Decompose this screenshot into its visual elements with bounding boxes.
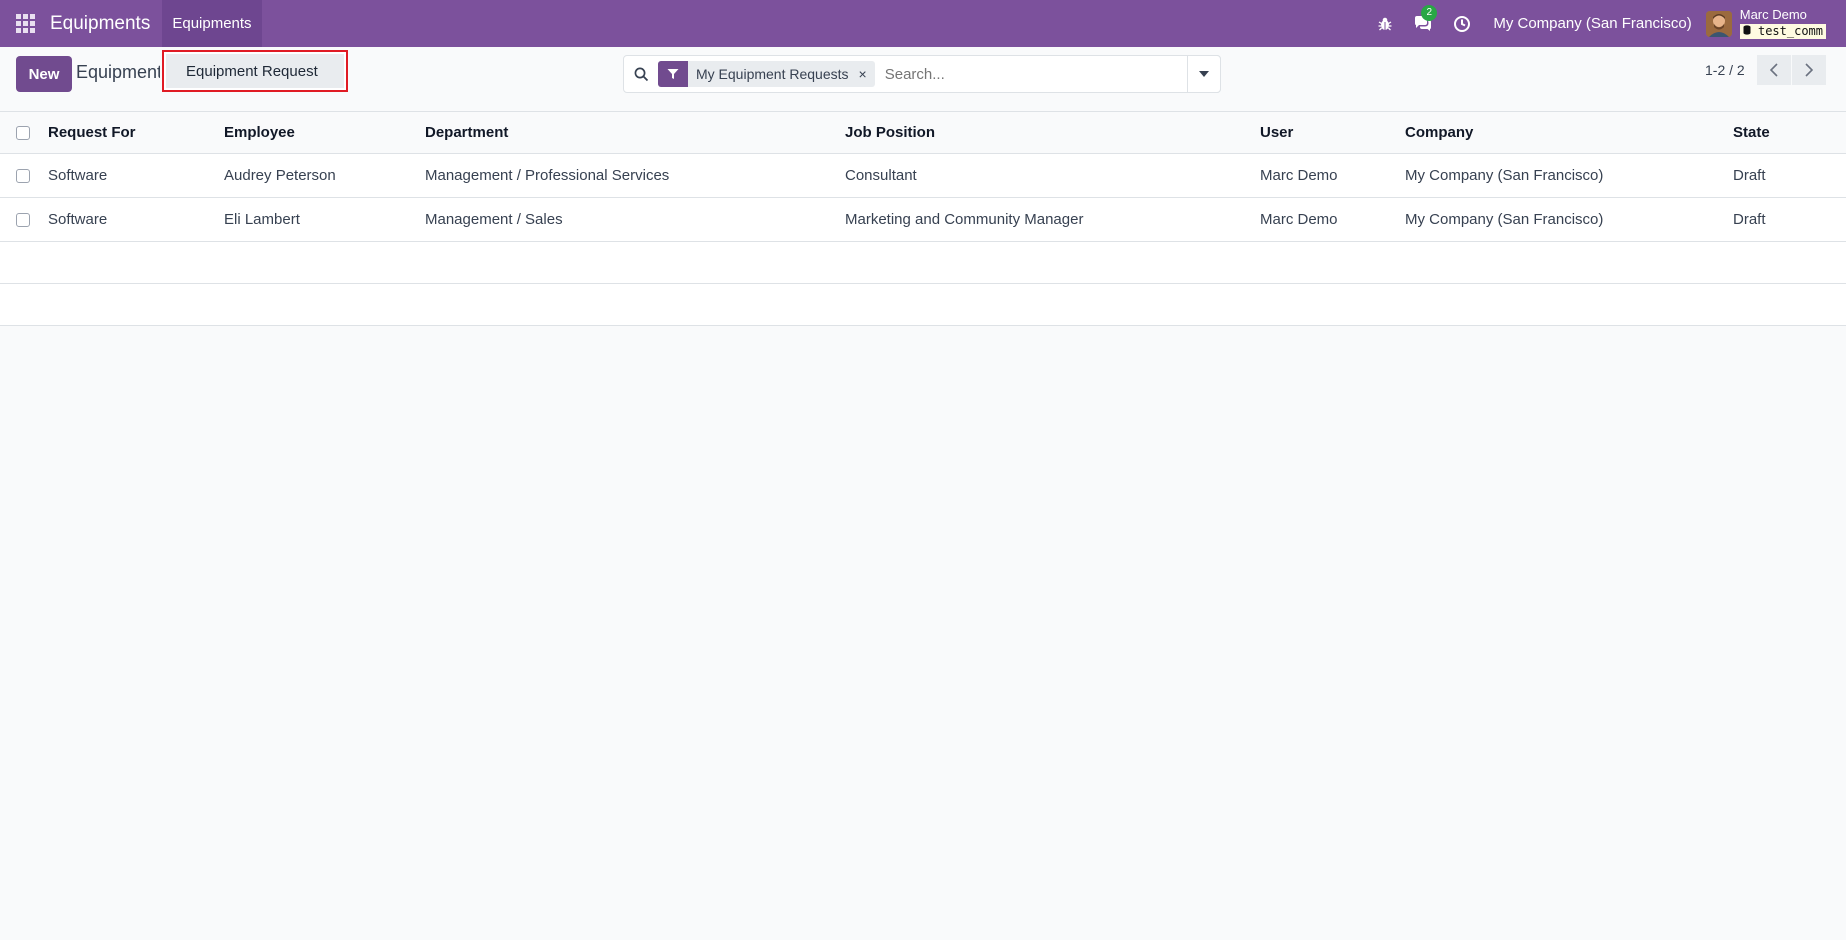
cell-state: Draft bbox=[1733, 211, 1766, 228]
menu-item-equipment-request[interactable]: Equipment Request bbox=[166, 54, 344, 88]
search-input[interactable] bbox=[884, 65, 1165, 83]
chevron-left-icon bbox=[1770, 63, 1778, 77]
messages-badge: 2 bbox=[1421, 4, 1438, 21]
breadcrumb: Equipments bbox=[76, 62, 160, 82]
pager-value[interactable]: 1-2 / 2 bbox=[1705, 62, 1745, 78]
user-menu[interactable]: Marc Demo test_comm bbox=[1739, 7, 1826, 39]
cell-department: Management / Professional Services bbox=[425, 167, 670, 184]
pager-previous-button[interactable] bbox=[1757, 55, 1791, 85]
search-icon[interactable] bbox=[624, 67, 658, 82]
database-icon bbox=[1743, 24, 1751, 35]
row-checkbox-cell[interactable] bbox=[16, 154, 30, 197]
chevron-right-icon bbox=[1805, 63, 1813, 77]
column-employee[interactable]: Employee bbox=[224, 112, 295, 153]
facet-remove-icon[interactable]: × bbox=[857, 66, 875, 82]
apps-grid-icon bbox=[15, 14, 35, 33]
column-user[interactable]: User bbox=[1260, 112, 1293, 153]
column-job-position[interactable]: Job Position bbox=[845, 112, 935, 153]
row-checkbox[interactable] bbox=[16, 168, 30, 183]
cell-job-position: Consultant bbox=[845, 167, 917, 184]
cell-employee: Audrey Peterson bbox=[224, 167, 336, 184]
cell-job-position: Marketing and Community Manager bbox=[845, 211, 1084, 228]
cell-company: My Company (San Francisco) bbox=[1405, 211, 1604, 228]
column-department[interactable]: Department bbox=[425, 112, 508, 153]
app-menu-button[interactable] bbox=[0, 0, 50, 47]
cell-employee: Eli Lambert bbox=[224, 211, 300, 228]
messages-chat-icon[interactable]: 2 bbox=[1413, 4, 1438, 33]
empty-row bbox=[0, 242, 1846, 284]
search-options-toggle[interactable] bbox=[1187, 55, 1221, 93]
pager-next-button[interactable] bbox=[1792, 55, 1826, 85]
activity-clock-icon[interactable] bbox=[1453, 15, 1471, 33]
column-request-for[interactable]: Request For bbox=[48, 112, 136, 153]
caret-down-icon bbox=[1199, 71, 1209, 77]
cell-company: My Company (San Francisco) bbox=[1405, 167, 1604, 184]
filter-funnel-icon bbox=[658, 61, 688, 87]
menu-equipments[interactable]: Equipments bbox=[162, 0, 262, 47]
column-company[interactable]: Company bbox=[1405, 112, 1473, 153]
row-checkbox-cell[interactable] bbox=[16, 198, 30, 241]
facet-label: My Equipment Requests bbox=[696, 66, 849, 82]
select-all-checkbox-cell[interactable] bbox=[16, 112, 30, 153]
table-row[interactable]: Software Eli Lambert Management / Sales … bbox=[0, 198, 1846, 242]
database-name: test_comm bbox=[1757, 23, 1823, 38]
row-checkbox[interactable] bbox=[16, 212, 30, 227]
user-name: Marc Demo bbox=[1739, 7, 1807, 23]
table-header: Request For Employee Department Job Posi… bbox=[0, 111, 1846, 154]
cell-user: Marc Demo bbox=[1260, 211, 1338, 228]
table-row[interactable]: Software Audrey Peterson Management / Pr… bbox=[0, 154, 1846, 198]
equipment-request-list: Request For Employee Department Job Posi… bbox=[0, 111, 1846, 326]
new-button[interactable]: New bbox=[16, 56, 72, 92]
app-title[interactable]: Equipments bbox=[50, 13, 162, 35]
search-bar: My Equipment Requests × bbox=[623, 55, 1221, 93]
top-navbar: Equipments Equipments 2 My Company (San … bbox=[0, 0, 1846, 47]
debug-bug-icon[interactable] bbox=[1377, 16, 1393, 32]
column-state[interactable]: State bbox=[1733, 112, 1770, 153]
database-tag: test_comm bbox=[1739, 23, 1826, 39]
cell-state: Draft bbox=[1733, 167, 1766, 184]
cell-request-for: Software bbox=[48, 167, 108, 184]
cell-department: Management / Sales bbox=[425, 211, 563, 228]
company-switcher[interactable]: My Company (San Francisco) bbox=[1493, 15, 1691, 32]
cell-request-for: Software bbox=[48, 211, 108, 228]
search-facet: My Equipment Requests × bbox=[658, 61, 875, 87]
user-avatar[interactable] bbox=[1705, 10, 1732, 37]
empty-row bbox=[0, 284, 1846, 326]
cell-user: Marc Demo bbox=[1260, 167, 1338, 184]
select-all-checkbox[interactable] bbox=[16, 125, 30, 140]
equipments-dropdown-menu: Equipment Request bbox=[162, 50, 348, 92]
